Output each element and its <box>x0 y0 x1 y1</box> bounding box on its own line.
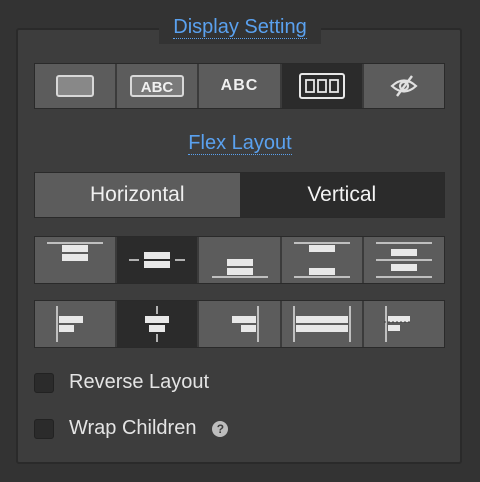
justify-space-between-button[interactable] <box>281 237 364 283</box>
justify-start-icon <box>47 242 104 261</box>
reverse-layout-option: Reverse Layout <box>34 371 209 394</box>
justify-start-button[interactable] <box>35 237 118 283</box>
align-baseline-icon <box>383 306 412 342</box>
eye-slash-icon <box>390 75 418 97</box>
display-none-button[interactable] <box>363 64 445 108</box>
display-setting-title: Display Setting <box>173 15 307 39</box>
justify-space-around-button[interactable] <box>363 237 445 283</box>
wrap-children-label: Wrap Children <box>69 417 197 439</box>
svg-text:ABC: ABC <box>141 79 174 96</box>
display-inline-button[interactable]: ABC <box>199 64 282 108</box>
align-end-icon <box>231 306 259 342</box>
justify-space-between-icon <box>293 242 350 278</box>
display-flex-button[interactable] <box>281 64 364 108</box>
inline-block-icon: ABC <box>130 75 185 97</box>
wrap-children-option: Wrap Children ? <box>34 417 229 440</box>
flex-layout-heading: Flex Layout <box>0 132 480 155</box>
horizontal-button[interactable]: Horizontal <box>35 173 240 217</box>
display-block-button[interactable] <box>35 64 118 108</box>
justify-space-around-icon <box>375 242 432 278</box>
flex-direction-toggle: Horizontal Vertical <box>34 172 445 218</box>
align-baseline-button[interactable] <box>363 301 445 347</box>
justify-center-button[interactable] <box>117 237 200 283</box>
display-mode-selector: ABC ABC <box>34 63 445 109</box>
justify-end-button[interactable] <box>199 237 282 283</box>
wrap-children-checkbox[interactable] <box>34 418 54 439</box>
align-center-icon <box>145 306 170 342</box>
align-center-button[interactable] <box>117 301 200 347</box>
block-icon <box>56 75 95 97</box>
reverse-layout-label: Reverse Layout <box>69 371 210 393</box>
inline-icon: ABC <box>220 77 259 94</box>
align-start-button[interactable] <box>35 301 118 347</box>
vertical-button[interactable]: Vertical <box>239 173 444 217</box>
align-start-icon <box>56 306 84 342</box>
align-items-selector <box>34 300 445 348</box>
flex-icon <box>298 73 345 99</box>
vertical-label: Vertical <box>307 183 377 206</box>
reverse-layout-checkbox[interactable] <box>34 372 54 393</box>
justify-center-icon <box>129 252 186 268</box>
align-end-button[interactable] <box>199 301 282 347</box>
panel-title: Display Setting <box>159 10 321 44</box>
flex-layout-title: Flex Layout <box>188 132 292 155</box>
align-stretch-button[interactable] <box>281 301 364 347</box>
display-inline-block-button[interactable]: ABC <box>117 64 200 108</box>
horizontal-label: Horizontal <box>89 183 185 206</box>
justify-content-selector <box>34 236 445 284</box>
question-circle-icon[interactable]: ? <box>212 420 229 437</box>
align-stretch-icon <box>292 306 351 342</box>
justify-end-icon <box>211 259 268 278</box>
